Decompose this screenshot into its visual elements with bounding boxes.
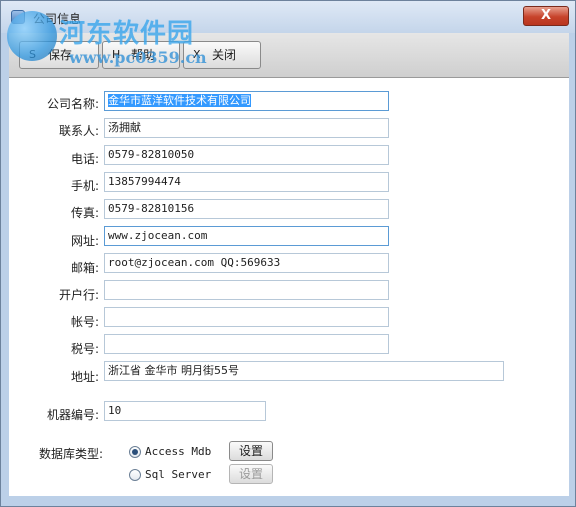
help-button[interactable]: H 帮助 [102, 41, 180, 69]
account-label: 帐号: [70, 315, 99, 329]
phone-label: 电话: [70, 152, 99, 166]
fax-label: 传真: [70, 206, 99, 220]
mobile-label: 手机: [70, 179, 99, 193]
access-settings-button[interactable]: 设置 [229, 441, 273, 461]
tax-field[interactable] [104, 334, 389, 354]
company-name-field[interactable]: 金华市蓝洋软件技术有限公司 [104, 91, 389, 111]
access-mdb-radio[interactable] [129, 446, 141, 458]
company-info-window: 公司信息 X S 保存 H 帮助 X 关闭 河东软件园 www.pc0359.c… [0, 0, 576, 507]
contact-field[interactable]: 汤拥献 [104, 118, 389, 138]
email-label: 邮箱: [70, 261, 99, 275]
save-button[interactable]: S 保存 [19, 41, 99, 69]
account-field[interactable] [104, 307, 389, 327]
window-title: 公司信息 [33, 12, 82, 26]
machine-no-label: 机器编号: [46, 408, 99, 422]
company-name-label: 公司名称: [46, 97, 99, 111]
help-label: 帮助 [131, 48, 156, 62]
tax-label: 税号: [70, 342, 99, 356]
company-name-value: 金华市蓝洋软件技术有限公司 [108, 94, 251, 107]
website-field[interactable]: www.zjocean.com [104, 226, 389, 246]
bank-field[interactable] [104, 280, 389, 300]
close-button[interactable]: X 关闭 [183, 41, 261, 69]
sql-settings-button[interactable]: 设置 [229, 464, 273, 484]
title-bar: 公司信息 X [1, 1, 575, 33]
contact-label: 联系人: [58, 124, 99, 138]
save-icon: S [29, 48, 36, 61]
access-mdb-label: Access Mdb [145, 445, 212, 458]
toolbar: S 保存 H 帮助 X 关闭 [9, 33, 569, 78]
fax-field[interactable]: 0579-82810156 [104, 199, 389, 219]
close-label: 关闭 [212, 48, 237, 62]
sql-server-label: Sql Server [145, 468, 212, 481]
help-icon: H [112, 48, 121, 61]
phone-field[interactable]: 0579-82810050 [104, 145, 389, 165]
machine-no-field[interactable]: 10 [104, 401, 266, 421]
sql-server-radio[interactable] [129, 469, 141, 481]
address-label: 地址: [70, 370, 99, 384]
bank-label: 开户行: [58, 288, 99, 302]
database-type-label: 数据库类型: [38, 447, 103, 461]
app-icon [11, 10, 25, 24]
save-label: 保存 [48, 48, 73, 62]
window-close-button[interactable]: X [523, 6, 569, 26]
mobile-field[interactable]: 13857994474 [104, 172, 389, 192]
form-panel: 公司名称: 金华市蓝洋软件技术有限公司 联系人: 汤拥献 电话: 0579-82… [9, 78, 569, 496]
website-label: 网址: [70, 234, 99, 248]
address-field[interactable]: 浙江省 金华市 明月街55号 [104, 361, 504, 381]
close-icon: X [193, 48, 201, 61]
email-field[interactable]: root@zjocean.com QQ:569633 [104, 253, 389, 273]
